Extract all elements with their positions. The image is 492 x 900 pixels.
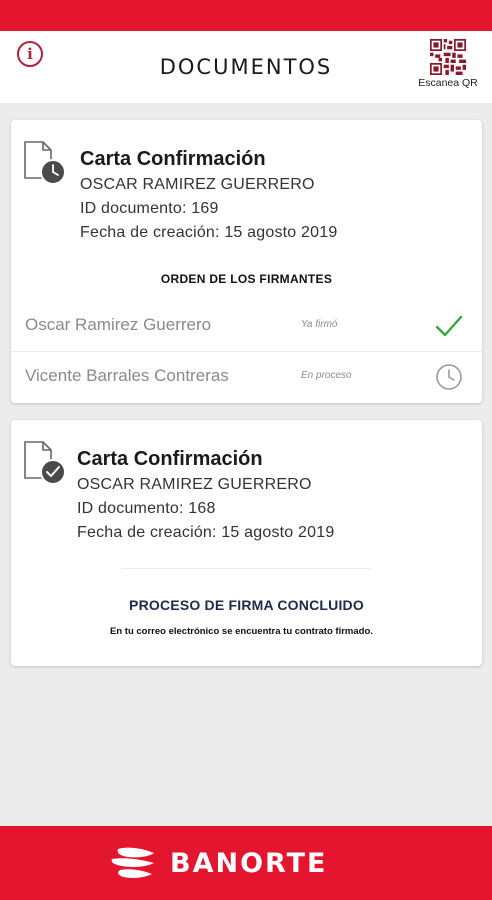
- signers-title: ORDEN DE LOS FIRMANTES: [160, 272, 333, 286]
- scan-qr-button[interactable]: Escanea QR: [410, 39, 486, 89]
- document-card[interactable]: Carta Confirmación OSCAR RAMIREZ GUERRER…: [11, 420, 482, 666]
- process-complete-message: En tu correo electrónico se encuentra tu…: [110, 626, 373, 637]
- signer-name: Oscar Ramirez Guerrero: [25, 315, 212, 334]
- document-name: Carta Confirmación: [77, 448, 263, 470]
- app-header: i DOCUMENTOS Escanea QR: [0, 31, 492, 103]
- document-id: ID documento: 169: [80, 200, 219, 217]
- document-id: ID documento: 168: [77, 500, 216, 517]
- signer-status: En proceso: [301, 370, 352, 381]
- brand-footer: BANORTE: [0, 826, 492, 900]
- document-owner: OSCAR RAMIREZ GUERRERO: [80, 176, 315, 193]
- document-card[interactable]: Carta Confirmación OSCAR RAMIREZ GUERRER…: [11, 120, 482, 403]
- clock-icon: [436, 364, 462, 390]
- check-icon: [435, 315, 463, 337]
- document-date: Fecha de creación: 15 agosto 2019: [80, 224, 338, 241]
- document-pending-icon: [24, 141, 66, 185]
- scan-qr-label: Escanea QR: [418, 77, 478, 89]
- brand-name: BANORTE: [170, 847, 328, 879]
- document-date: Fecha de creación: 15 agosto 2019: [77, 524, 335, 541]
- signer-name: Vicente Barrales Contreras: [25, 366, 229, 385]
- document-signed-icon: [24, 441, 66, 485]
- qr-code-icon: [430, 39, 466, 75]
- divider: [121, 568, 371, 569]
- process-complete-title: PROCESO DE FIRMA CONCLUIDO: [129, 597, 364, 613]
- banorte-logo: BANORTE: [110, 846, 327, 880]
- signer-status: Ya firmó: [301, 319, 338, 330]
- document-name: Carta Confirmación: [80, 148, 266, 170]
- signer-row: Oscar Ramirez Guerrero Ya firmó: [11, 301, 482, 351]
- document-owner: OSCAR RAMIREZ GUERRERO: [77, 476, 312, 493]
- banorte-logo-icon: [111, 847, 154, 878]
- signer-row: Vicente Barrales Contreras En proceso: [11, 351, 482, 401]
- status-bar: [0, 0, 492, 31]
